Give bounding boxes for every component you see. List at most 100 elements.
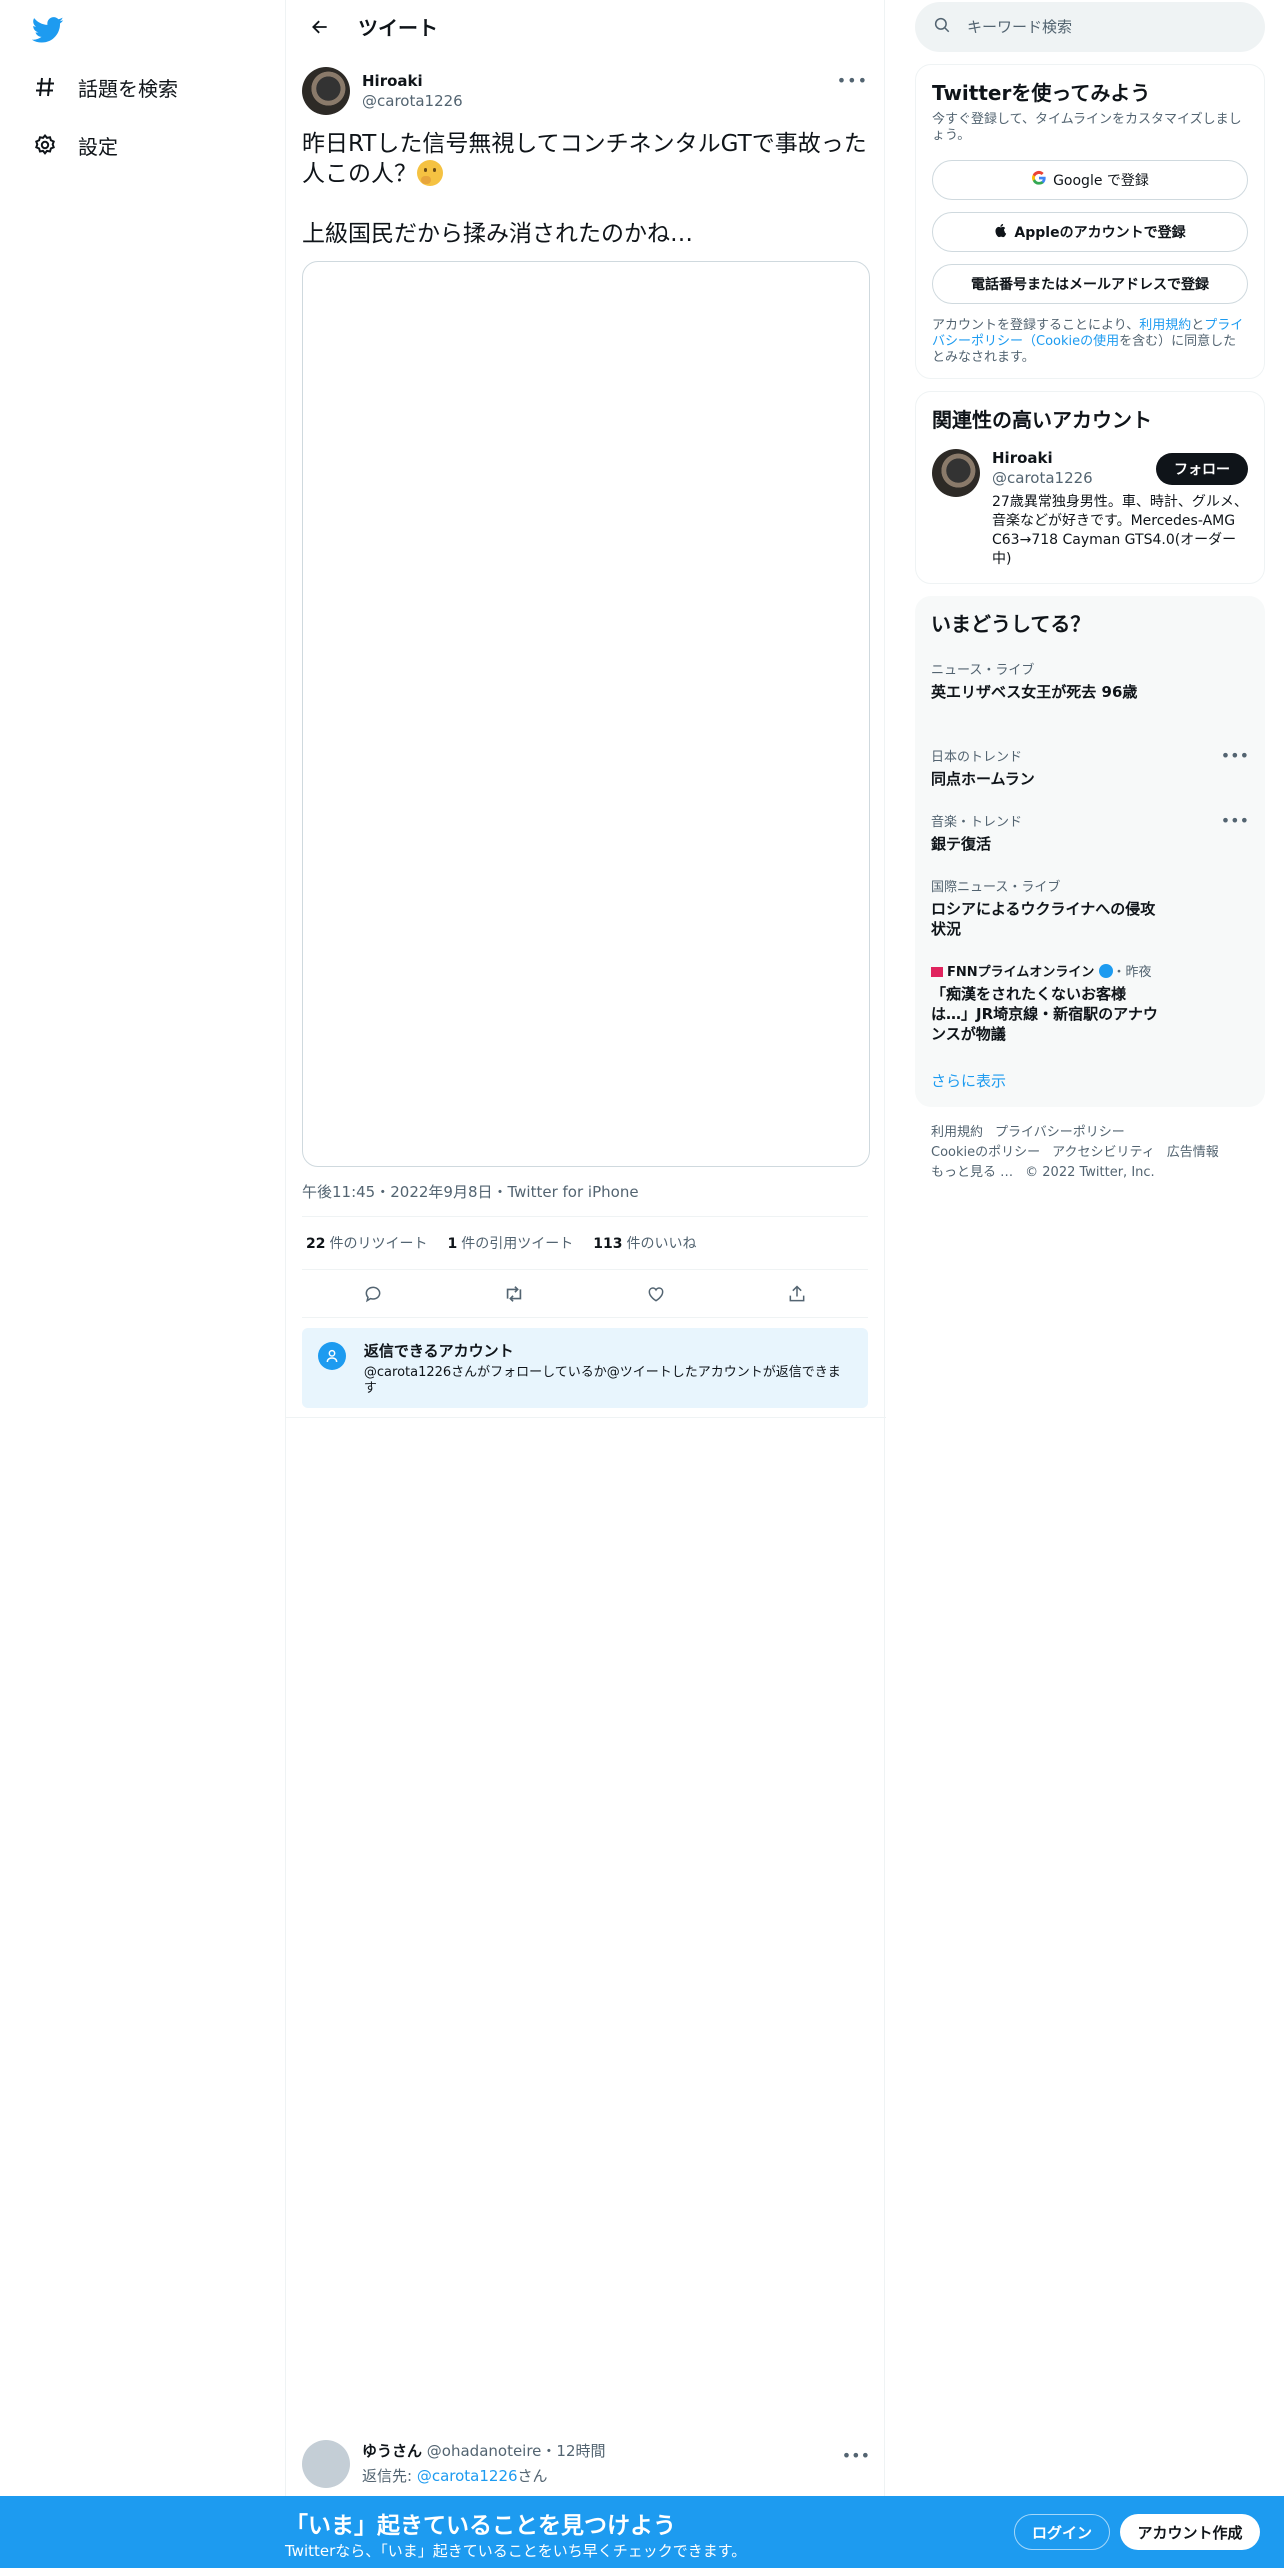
avatar[interactable] (302, 67, 350, 115)
phone-email-signup-button[interactable]: 電話番号またはメールアドレスで登録 (932, 264, 1248, 304)
quotes-label: 件の引用ツイート (461, 1236, 574, 1252)
avatar[interactable] (932, 449, 980, 497)
more-options-icon[interactable]: ••• (837, 71, 868, 90)
trend-item[interactable]: 日本のトレンド 同点ホームラン ••• (931, 746, 1249, 789)
create-account-button[interactable]: アカウント作成 (1120, 2514, 1260, 2550)
page-header: ツイート (286, 0, 884, 53)
author-name[interactable]: Hiroaki (362, 72, 463, 90)
related-accounts-title: 関連性の高いアカウント (932, 408, 1152, 432)
trends-title: いまどうしてる？ (931, 612, 1091, 636)
reply-to-prefix: 返信先: (362, 2467, 417, 2485)
news-source-logo-icon (931, 967, 943, 977)
trends-card: いまどうしてる？ ニュース・ライブ 英エリザベス女王が死去 96歳 日本のトレン… (915, 596, 1265, 1107)
news-source-name: FNNプライムオンライン (947, 965, 1095, 980)
reply-author-name[interactable]: ゆうさん (362, 2442, 422, 2460)
like-heart-icon[interactable] (639, 1277, 673, 1311)
mention-user-icon (318, 1342, 346, 1370)
trend-item[interactable]: 国際ニュース・ライブ ロシアによるウクライナへの侵攻状況 (931, 876, 1249, 939)
footer-ads-link[interactable]: 広告情報 (1167, 1145, 1219, 1160)
news-time: ・昨夜 (1112, 965, 1152, 980)
reply-to-line: 返信先: @carota1226さん (362, 2465, 606, 2486)
nav-settings-label: 設定 (78, 134, 118, 159)
tweet-author: Hiroaki @carota1226 ••• (302, 65, 868, 117)
apple-signup-label: Appleのアカウントで登録 (1014, 225, 1186, 241)
tweet-actions (302, 1270, 868, 1318)
search-input[interactable] (967, 18, 1227, 36)
reply-author-handle[interactable]: @ohadanoteire・12時間 (427, 2442, 606, 2460)
likes-stat[interactable]: 113 件のいいね (593, 1233, 696, 1253)
tweet-timestamp[interactable]: 午後11:45・2022年9月8日・Twitter for iPhone (302, 1167, 868, 1217)
footer-terms-link[interactable]: 利用規約 (931, 1125, 983, 1140)
terms-link[interactable]: 利用規約 (1139, 318, 1191, 333)
phone-email-signup-label: 電話番号またはメールアドレスで登録 (971, 277, 1209, 293)
tweet-stats: 22 件のリツイート 1 件の引用ツイート 113 件のいいね (302, 1217, 868, 1270)
retweet-icon[interactable] (497, 1277, 531, 1311)
banner-title: 「いま」起きていることを見つけよう (285, 2513, 676, 2539)
right-sidebar: Twitterを使ってみよう 今すぐ登録して、タイムラインをカスタマイズしましょ… (915, 0, 1265, 1199)
related-account-bio: 27歳異常独身男性。車、時計、グルメ、音楽などが好きです。Mercedes-AM… (992, 494, 1248, 567)
related-account-row[interactable]: Hiroaki @carota1226 27歳異常独身男性。車、時計、グルメ、音… (932, 449, 1248, 569)
trend-item[interactable]: FNNプライムオンライン ・昨夜 「痴漢をされたくないお客様は…」JR埼京線・新… (931, 961, 1249, 1044)
footer-copyright: © 2022 Twitter, Inc. (1025, 1165, 1155, 1180)
trend-title: 同点ホームラン (931, 770, 1035, 788)
likes-label: 件のいいね (626, 1236, 697, 1252)
login-button[interactable]: ログイン (1014, 2514, 1110, 2550)
avatar[interactable] (302, 2440, 350, 2488)
footer-more-link[interactable]: もっと見る … (931, 1165, 1013, 1180)
trend-context: 国際ニュース・ライブ (931, 880, 1061, 895)
google-signup-button[interactable]: Google で登録 (932, 160, 1248, 200)
search-icon (933, 16, 951, 38)
reply-header: ゆうさん @ohadanoteire・12時間 (362, 2440, 606, 2461)
reply-tweet[interactable]: ゆうさん @ohadanoteire・12時間 返信先: @carota1226… (286, 2440, 886, 2488)
nav-explore[interactable]: 話題を検索 (32, 67, 178, 107)
verified-badge-icon (1098, 964, 1113, 978)
signup-card: Twitterを使ってみよう 今すぐ登録して、タイムラインをカスタマイズしましょ… (915, 64, 1265, 379)
hashtag-icon (32, 74, 58, 100)
reply-to-suffix: さん (517, 2467, 548, 2485)
show-more-link[interactable]: さらに表示 (931, 1070, 1249, 1091)
author-handle[interactable]: @carota1226 (362, 92, 463, 110)
google-signup-label: Google で登録 (1053, 173, 1149, 189)
share-icon[interactable] (780, 1277, 814, 1311)
trend-title: 「痴漢をされたくないお客様は…」JR埼京線・新宿駅のアナウンスが物議 (931, 985, 1158, 1043)
footer-privacy-link[interactable]: プライバシーポリシー (995, 1125, 1125, 1140)
related-accounts-card: 関連性の高いアカウント Hiroaki @carota1226 27歳異常独身男… (915, 391, 1265, 584)
twitter-logo-icon[interactable] (31, 14, 64, 46)
follow-button[interactable]: フォロー (1156, 453, 1248, 485)
legal-prefix: アカウントを登録することにより、 (932, 318, 1140, 333)
signup-card-subtitle: 今すぐ登録して、タイムラインをカスタマイズしましょう。 (932, 112, 1242, 143)
reply-notice-body: @carota1226さんがフォローしているか@ツイートしたアカウントが返信でき… (363, 1365, 841, 1396)
signup-legal-text: アカウントを登録することにより、利用規約とプライバシーポリシー（Cookieの使… (932, 318, 1248, 366)
quotes-stat[interactable]: 1 件の引用ツイート (447, 1233, 573, 1253)
reply-restriction-notice: 返信できるアカウント @carota1226さんがフォローしているか@ツイートし… (302, 1328, 868, 1408)
signup-card-title: Twitterを使ってみよう (932, 81, 1151, 105)
trend-context: FNNプライムオンライン ・昨夜 (931, 961, 1249, 980)
trend-title: ロシアによるウクライナへの侵攻状況 (931, 900, 1156, 938)
reply-icon[interactable] (356, 1277, 390, 1311)
thinking-face-emoji-icon (417, 160, 443, 186)
footer-accessibility-link[interactable]: アクセシビリティ (1052, 1145, 1155, 1160)
more-options-icon[interactable]: ••• (1221, 746, 1249, 765)
page-title: ツイート (358, 16, 438, 40)
trend-title: 銀テ復活 (931, 835, 992, 853)
footer-cookie-link[interactable]: Cookieのポリシー (931, 1145, 1040, 1160)
tweet-media[interactable] (302, 261, 870, 1167)
footer-links: 利用規約 プライバシーポリシー Cookieのポリシー アクセシビリティ 広告情報 も… (915, 1107, 1265, 1199)
likes-count: 113 (593, 1236, 623, 1252)
more-options-icon[interactable]: ••• (1221, 811, 1249, 830)
back-arrow-icon[interactable] (302, 9, 338, 45)
google-icon (1031, 170, 1047, 190)
trend-title: 英エリザベス女王が死去 96歳 (931, 683, 1138, 701)
tweet-text-line2: 上級国民だから揉み消されたのかね… (302, 221, 693, 247)
trend-item[interactable]: ニュース・ライブ 英エリザベス女王が死去 96歳 (931, 659, 1249, 702)
retweets-stat[interactable]: 22 件のリツイート (306, 1233, 427, 1253)
search-bar[interactable] (915, 2, 1265, 52)
nav-settings[interactable]: 設定 (32, 125, 118, 165)
tweet-text: 昨日RTした信号無視してコンチネンタルGTで事故った人この人？ 上級国民だから揉… (302, 129, 868, 249)
reply-to-mention[interactable]: @carota1226 (417, 2467, 518, 2485)
trend-item[interactable]: 音楽・トレンド 銀テ復活 ••• (931, 811, 1249, 854)
banner-subtitle: Twitterなら、「いま」起きていることをいち早くチェックできます。 (285, 2542, 747, 2560)
quotes-count: 1 (447, 1236, 458, 1252)
apple-signup-button[interactable]: Appleのアカウントで登録 (932, 212, 1248, 252)
more-options-icon[interactable]: ••• (842, 2446, 870, 2465)
